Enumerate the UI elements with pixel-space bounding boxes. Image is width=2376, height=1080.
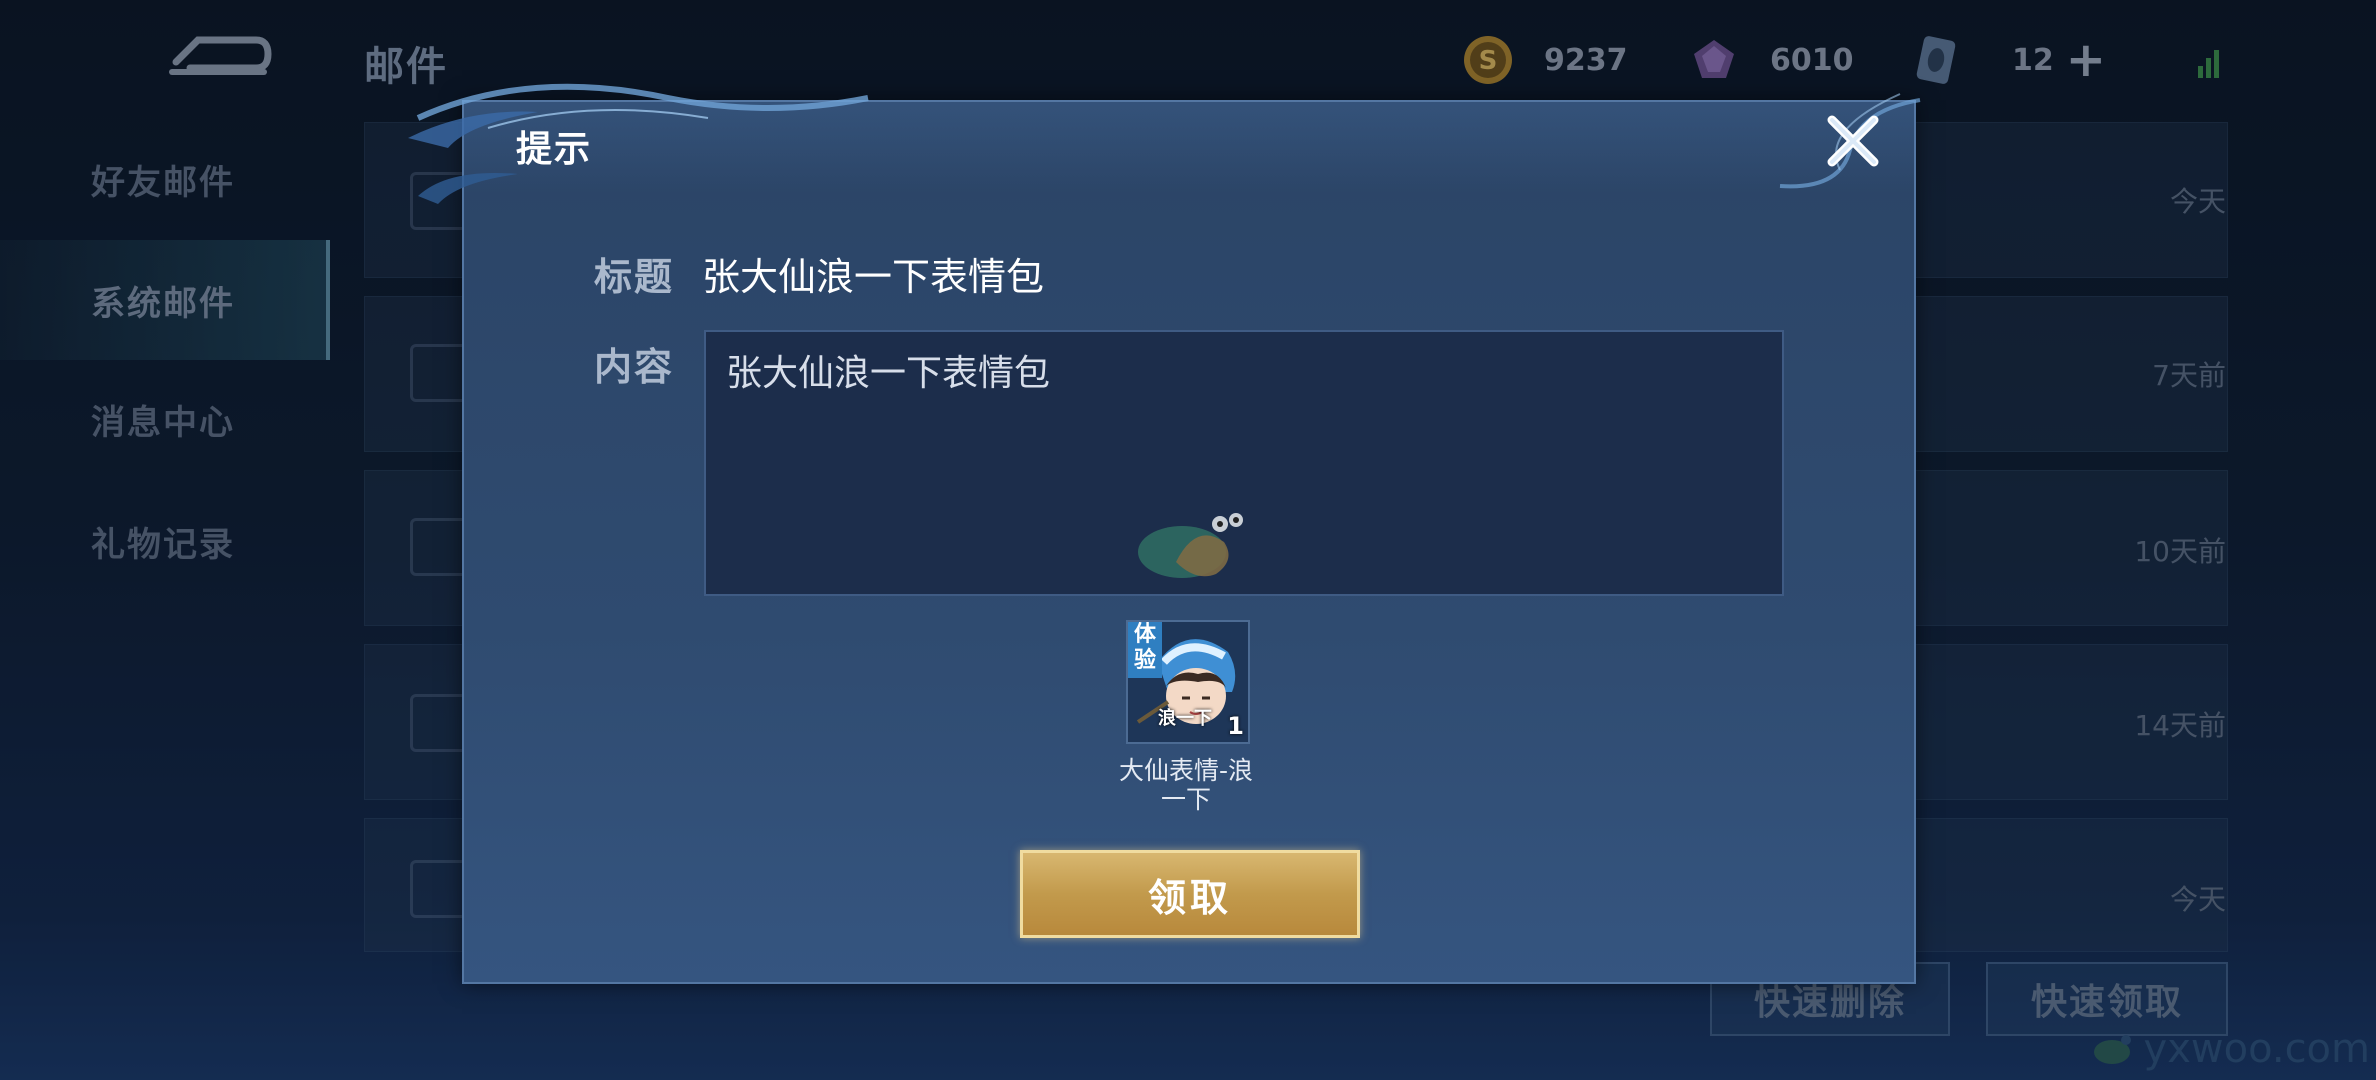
reward-count: 1 — [1227, 712, 1244, 740]
mail-content-text: 张大仙浪一下表情包 — [726, 353, 1051, 394]
reward-name-line2: 一下 — [1160, 785, 1211, 814]
title-field-label: 标题 — [594, 255, 675, 299]
content-field-label: 内容 — [594, 345, 675, 389]
emote-caption: 浪一下 — [1158, 708, 1212, 729]
reward-name-line1: 大仙表情-浪 — [1118, 756, 1254, 785]
swirl-decoration-left — [408, 83, 869, 204]
reward-item-emote[interactable]: 体验 浪一下 1 — [1126, 620, 1250, 744]
dialog-title: 提示 — [516, 129, 593, 170]
trial-tag: 体验 — [1128, 622, 1162, 678]
claim-button[interactable]: 领取 — [1020, 850, 1360, 938]
close-icon[interactable] — [1822, 110, 1884, 172]
mail-title-value: 张大仙浪一下表情包 — [702, 255, 1045, 299]
mail-content-box: 张大仙浪一下表情包 — [704, 330, 1784, 596]
snail-mascot-icon — [1138, 513, 1243, 578]
reward-name: 大仙表情-浪 一下 — [1086, 756, 1286, 814]
